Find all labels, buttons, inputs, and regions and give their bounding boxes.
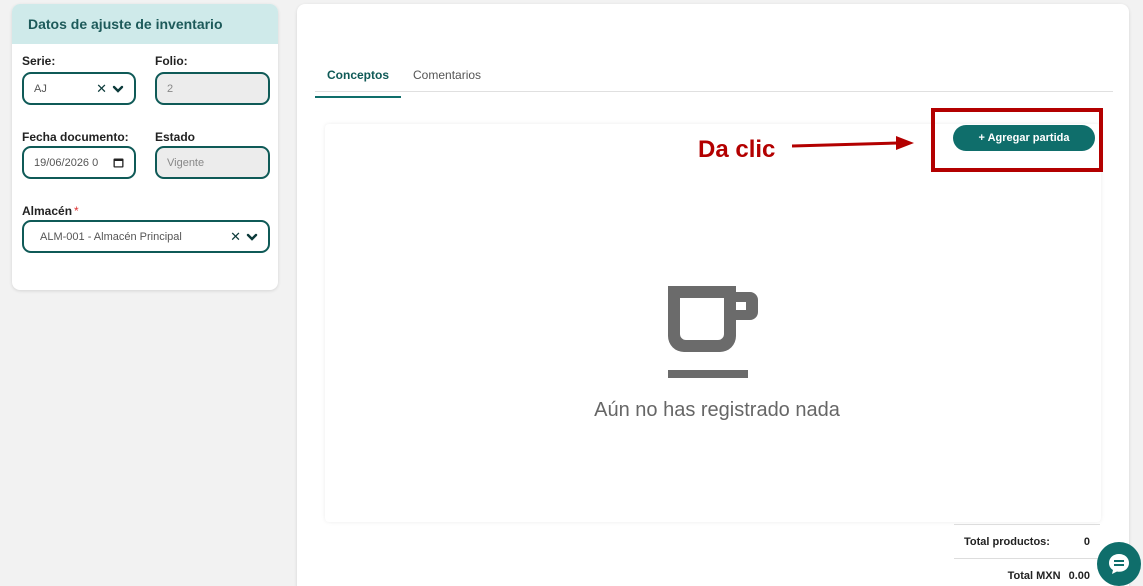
- chevron-down-icon[interactable]: [246, 231, 258, 243]
- chat-icon: [1109, 554, 1129, 574]
- coffee-cup-icon: [668, 286, 758, 378]
- calendar-icon[interactable]: [113, 157, 124, 168]
- tab-bar: Conceptos Comentarios: [315, 64, 1113, 98]
- totals-panel: Total productos: 0 Total MXN 0.00: [954, 524, 1100, 586]
- required-mark: *: [74, 204, 79, 218]
- estado-label: Estado: [155, 130, 196, 144]
- chat-button[interactable]: [1097, 542, 1141, 586]
- almacen-label: Almacén *: [22, 204, 79, 218]
- total-products-value: 0: [1083, 535, 1090, 548]
- main-panel: Conceptos Comentarios + Agregar partida …: [297, 4, 1129, 586]
- total-mxn-row: Total MXN 0.00: [954, 558, 1100, 586]
- annotation-text: Da clic: [698, 136, 776, 163]
- serie-value: AJ: [34, 82, 47, 95]
- total-products-label: Total productos:: [964, 535, 1050, 548]
- total-mxn-value: 0.00: [1068, 569, 1090, 582]
- almacen-value: ALM-001 - Almacén Principal: [40, 230, 182, 243]
- total-mxn-label: Total MXN: [1007, 569, 1061, 582]
- estado-field: Vigente: [155, 146, 270, 179]
- annotation-arrow-icon: [792, 136, 914, 150]
- folio-value: 2: [167, 82, 174, 95]
- fecha-label: Fecha documento:: [22, 130, 129, 144]
- folio-field: 2: [155, 72, 270, 105]
- fecha-input[interactable]: 19/06/2026 0: [22, 146, 136, 179]
- panel-title: Datos de ajuste de inventario: [12, 4, 278, 44]
- total-products-row: Total productos: 0: [954, 524, 1100, 558]
- clear-icon[interactable]: ✕: [96, 82, 107, 95]
- tab-conceptos[interactable]: Conceptos: [315, 64, 402, 98]
- fecha-value: 19/06/2026 0: [34, 156, 99, 169]
- clear-icon[interactable]: ✕: [230, 230, 241, 243]
- inventory-adjustment-panel: Datos de ajuste de inventario Serie: Fol…: [12, 4, 278, 290]
- annotation-highlight-box: [931, 108, 1103, 172]
- almacen-label-text: Almacén: [22, 204, 73, 218]
- folio-label: Folio:: [155, 54, 188, 68]
- estado-value: Vigente: [167, 156, 205, 169]
- empty-state-message: Aún no has registrado nada: [594, 399, 840, 421]
- chevron-down-icon[interactable]: [112, 83, 124, 95]
- serie-label: Serie:: [22, 54, 56, 68]
- almacen-select[interactable]: ALM-001 - Almacén Principal ✕: [22, 220, 270, 253]
- serie-select[interactable]: AJ ✕: [22, 72, 136, 105]
- tab-comentarios[interactable]: Comentarios: [401, 64, 493, 91]
